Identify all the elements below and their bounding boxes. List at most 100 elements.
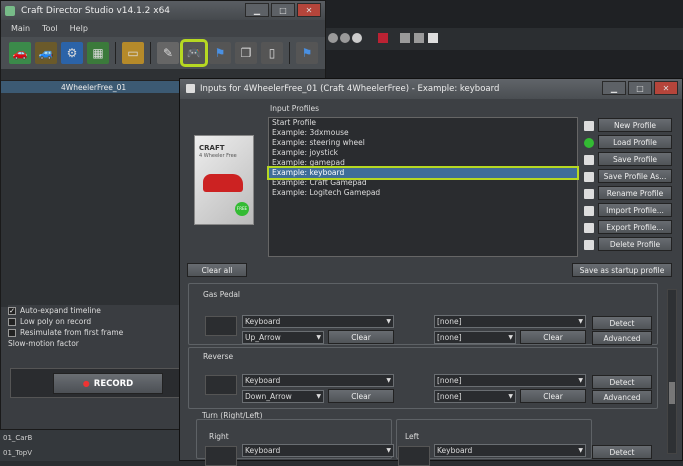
reverse-advanced-button[interactable]: Advanced bbox=[592, 390, 652, 404]
turn-left-device-select[interactable]: Keyboard ▼ bbox=[434, 444, 586, 457]
load-profile-button[interactable]: Load Profile bbox=[598, 135, 672, 149]
marker-icon[interactable] bbox=[378, 33, 388, 43]
copy-icon[interactable]: ❐ bbox=[235, 42, 257, 64]
sphere-icon[interactable] bbox=[340, 33, 350, 43]
product-box-image: CRAFT 4 Wheeler Free FREE bbox=[194, 135, 254, 225]
flag-icon[interactable]: ⚑ bbox=[296, 42, 318, 64]
dialog-scrollbar[interactable] bbox=[667, 289, 677, 454]
grid-icon[interactable] bbox=[414, 33, 424, 43]
record-button[interactable]: ● RECORD bbox=[53, 373, 163, 394]
save-icon bbox=[584, 155, 594, 165]
close-button[interactable]: ✕ bbox=[654, 81, 678, 95]
toolbar-separator bbox=[115, 42, 116, 64]
menu-tool[interactable]: Tool bbox=[42, 24, 58, 33]
turn-right-label: Right bbox=[209, 432, 229, 441]
turn-left-label: Left bbox=[405, 432, 420, 441]
keyboard-icon bbox=[205, 375, 237, 395]
box-icon[interactable] bbox=[400, 33, 410, 43]
box-product: 4 Wheeler Free bbox=[199, 153, 237, 159]
main-title: Craft Director Studio v14.1.2 x64 bbox=[21, 5, 171, 16]
list-item[interactable]: Example: steering wheel bbox=[269, 138, 577, 148]
list-item[interactable]: Example: gamepad bbox=[269, 158, 577, 168]
trash-icon[interactable]: ▯ bbox=[261, 42, 283, 64]
minimize-button[interactable]: ▁ bbox=[602, 81, 626, 95]
app-icon bbox=[5, 5, 15, 16]
minimize-button[interactable]: ▁ bbox=[245, 3, 269, 17]
reverse-key2-select[interactable]: [none] ▼ bbox=[434, 390, 516, 403]
share-icon[interactable] bbox=[428, 33, 438, 43]
folder-icon[interactable]: ▭ bbox=[122, 42, 144, 64]
turn-right-device-select[interactable]: Keyboard ▼ bbox=[242, 444, 394, 457]
gas-detect-button[interactable]: Detect bbox=[592, 316, 652, 330]
save-as-button[interactable]: Save Profile As... bbox=[598, 169, 672, 183]
gas-key-value: Up_Arrow bbox=[245, 333, 281, 342]
chevron-down-icon: ▼ bbox=[386, 447, 391, 454]
list-item[interactable]: Example: 3dxmouse bbox=[269, 128, 577, 138]
chevron-down-icon: ▼ bbox=[386, 377, 391, 384]
save-profile-button[interactable]: Save Profile bbox=[598, 152, 672, 166]
car-icon[interactable]: 🚗 bbox=[9, 42, 31, 64]
maximize-button[interactable]: □ bbox=[271, 3, 295, 17]
menu-main[interactable]: Main bbox=[11, 24, 30, 33]
reverse-title: Reverse bbox=[203, 352, 234, 361]
keyboard-icon bbox=[205, 316, 237, 336]
export-icon bbox=[584, 223, 594, 233]
reverse-device2-select[interactable]: [none] ▼ bbox=[434, 374, 586, 387]
close-button[interactable]: ✕ bbox=[297, 3, 321, 17]
chevron-down-icon: ▼ bbox=[578, 447, 583, 454]
sphere-icon[interactable] bbox=[352, 33, 362, 43]
chevron-down-icon: ▼ bbox=[508, 334, 513, 341]
list-item[interactable]: Example: joystick bbox=[269, 148, 577, 158]
list-item-selected[interactable]: Example: keyboard bbox=[267, 166, 579, 180]
reverse-detect-button[interactable]: Detect bbox=[592, 375, 652, 389]
list-item[interactable]: Example: Logitech Gamepad bbox=[269, 188, 577, 198]
reverse-clear-button[interactable]: Clear bbox=[328, 389, 394, 403]
chevron-down-icon: ▼ bbox=[386, 318, 391, 325]
gas-device-select[interactable]: Keyboard ▼ bbox=[242, 315, 394, 328]
checkbox[interactable]: ✓ bbox=[8, 306, 16, 315]
gas-key2-select[interactable]: [none] ▼ bbox=[434, 331, 516, 344]
profile-list[interactable]: Start Profile Example: 3dxmouse Example:… bbox=[267, 117, 579, 257]
turn-left-device-value: Keyboard bbox=[437, 446, 473, 455]
clear-all-button[interactable]: Clear all bbox=[187, 263, 247, 277]
gear-icon[interactable]: ⚙ bbox=[61, 42, 83, 64]
rename-profile-button[interactable]: Rename Profile bbox=[598, 186, 672, 200]
keyboard-icon bbox=[398, 446, 430, 466]
vehicle-icon[interactable]: 🚙 bbox=[35, 42, 57, 64]
sphere-icon[interactable] bbox=[328, 33, 338, 43]
list-item[interactable]: Example: Craft Gamepad bbox=[269, 178, 577, 188]
gas-clear-button[interactable]: Clear bbox=[328, 330, 394, 344]
tree-item-label: 4WheelerFree_01 bbox=[61, 82, 127, 92]
scrollbar-thumb[interactable] bbox=[669, 382, 675, 404]
gas-clear2-button[interactable]: Clear bbox=[520, 330, 586, 344]
slowmo-label: Slow-motion factor bbox=[8, 339, 79, 348]
blocks-icon[interactable]: ▦ bbox=[87, 42, 109, 64]
reverse-key-select[interactable]: Down_Arrow ▼ bbox=[242, 390, 324, 403]
wrench-icon[interactable]: ✎ bbox=[157, 42, 179, 64]
viewport-label: 01_TopV bbox=[3, 449, 33, 457]
checkbox[interactable] bbox=[8, 317, 16, 326]
export-profile-button[interactable]: Export Profile... bbox=[598, 220, 672, 234]
checkbox[interactable] bbox=[8, 328, 16, 337]
main-toolbar: 🚗 🚙 ⚙ ▦ ▭ ✎ 🎮 ⚑ ❐ ▯ ⚑ bbox=[1, 37, 325, 69]
flag-icon[interactable]: ⚑ bbox=[209, 42, 231, 64]
trash-icon bbox=[584, 240, 594, 250]
menu-help[interactable]: Help bbox=[70, 24, 88, 33]
box-brand: CRAFT bbox=[199, 144, 225, 152]
turn-right-device-value: Keyboard bbox=[245, 446, 281, 455]
list-item[interactable]: Start Profile bbox=[269, 118, 577, 128]
gamepad-icon[interactable]: 🎮 bbox=[180, 39, 208, 67]
new-profile-button[interactable]: New Profile bbox=[598, 118, 672, 132]
delete-profile-button[interactable]: Delete Profile bbox=[598, 237, 672, 251]
gas-device2-select[interactable]: [none] ▼ bbox=[434, 315, 586, 328]
gas-advanced-button[interactable]: Advanced bbox=[592, 331, 652, 345]
import-profile-button[interactable]: Import Profile... bbox=[598, 203, 672, 217]
turn-detect-button[interactable]: Detect bbox=[592, 445, 652, 459]
reverse-device-select[interactable]: Keyboard ▼ bbox=[242, 374, 394, 387]
gas-key-select[interactable]: Up_Arrow ▼ bbox=[242, 331, 324, 344]
reverse-clear2-button[interactable]: Clear bbox=[520, 389, 586, 403]
dialog-icon bbox=[186, 84, 195, 93]
maximize-button[interactable]: □ bbox=[628, 81, 652, 95]
record-dot-icon: ● bbox=[82, 379, 90, 388]
save-startup-button[interactable]: Save as startup profile bbox=[572, 263, 672, 277]
